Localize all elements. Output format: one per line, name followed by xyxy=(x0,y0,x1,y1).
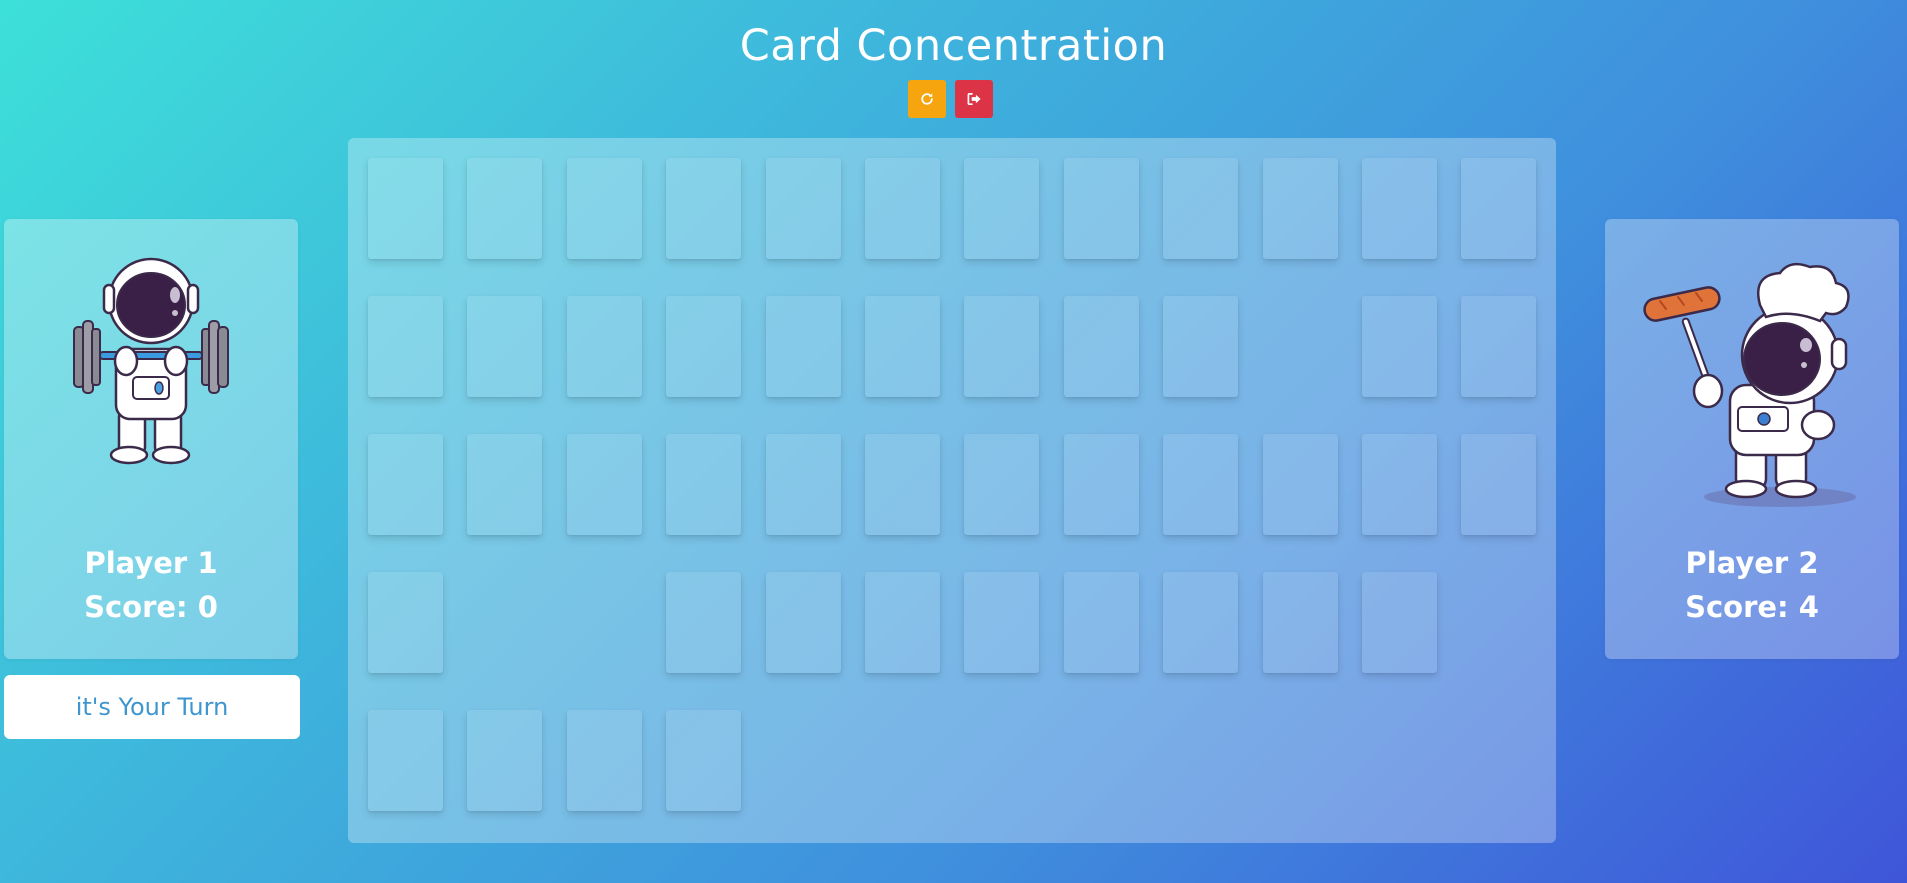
card-face-down[interactable] xyxy=(766,296,841,397)
card-face-down[interactable] xyxy=(567,434,642,535)
card-face-down[interactable] xyxy=(666,296,741,397)
card-face-down[interactable] xyxy=(368,158,443,259)
card-face-down[interactable] xyxy=(766,158,841,259)
card-face-down[interactable] xyxy=(1064,572,1139,673)
card-face-down[interactable] xyxy=(865,572,940,673)
card-face-down[interactable] xyxy=(865,296,940,397)
card-face-down[interactable] xyxy=(766,434,841,535)
page-title: Card Concentration xyxy=(739,21,1168,71)
card-face-down[interactable] xyxy=(1362,434,1437,535)
card-face-down[interactable] xyxy=(1263,158,1338,259)
card-face-down[interactable] xyxy=(368,296,443,397)
card-face-down[interactable] xyxy=(964,572,1039,673)
game-board xyxy=(348,138,1556,843)
card-face-down[interactable] xyxy=(666,710,741,811)
card-face-down[interactable] xyxy=(567,158,642,259)
card-face-down[interactable] xyxy=(1163,572,1238,673)
player-2-name: Player 2 xyxy=(1685,546,1819,580)
card-face-down[interactable] xyxy=(1064,296,1139,397)
turn-indicator: it's Your Turn xyxy=(4,675,300,739)
card-face-down[interactable] xyxy=(567,296,642,397)
game-controls xyxy=(908,80,993,118)
restart-button[interactable] xyxy=(908,80,946,118)
card-face-down[interactable] xyxy=(1163,434,1238,535)
restart-icon xyxy=(921,93,933,105)
card-face-down[interactable] xyxy=(1362,296,1437,397)
card-face-down[interactable] xyxy=(1461,158,1536,259)
card-face-down[interactable] xyxy=(1461,296,1536,397)
card-face-down[interactable] xyxy=(1263,572,1338,673)
card-face-down[interactable] xyxy=(467,158,542,259)
card-face-down[interactable] xyxy=(1064,434,1139,535)
player-2-score: Score: 4 xyxy=(1685,590,1819,624)
exit-button[interactable] xyxy=(955,80,993,118)
astronaut-barbell-avatar xyxy=(4,249,298,469)
player-1-score: Score: 0 xyxy=(84,590,218,624)
card-face-down[interactable] xyxy=(467,296,542,397)
card-face-down[interactable] xyxy=(1362,158,1437,259)
card-face-down[interactable] xyxy=(1064,158,1139,259)
card-face-down[interactable] xyxy=(964,434,1039,535)
player-1-name: Player 1 xyxy=(84,546,218,580)
player-1-panel: Player 1 Score: 0 xyxy=(4,219,298,659)
card-face-down[interactable] xyxy=(1263,434,1338,535)
exit-icon xyxy=(967,93,981,105)
card-face-down[interactable] xyxy=(666,572,741,673)
card-face-down[interactable] xyxy=(964,158,1039,259)
card-face-down[interactable] xyxy=(666,158,741,259)
card-face-down[interactable] xyxy=(467,434,542,535)
card-face-down[interactable] xyxy=(964,296,1039,397)
card-face-down[interactable] xyxy=(865,158,940,259)
card-face-down[interactable] xyxy=(368,710,443,811)
card-face-down[interactable] xyxy=(368,572,443,673)
card-face-down[interactable] xyxy=(467,710,542,811)
card-face-down[interactable] xyxy=(567,710,642,811)
card-face-down[interactable] xyxy=(1163,158,1238,259)
card-face-down[interactable] xyxy=(1461,434,1536,535)
player-2-panel: Player 2 Score: 4 xyxy=(1605,219,1899,659)
card-face-down[interactable] xyxy=(1163,296,1238,397)
card-face-down[interactable] xyxy=(1362,572,1437,673)
card-face-down[interactable] xyxy=(766,572,841,673)
astronaut-chef-avatar xyxy=(1605,257,1899,507)
card-face-down[interactable] xyxy=(865,434,940,535)
card-face-down[interactable] xyxy=(666,434,741,535)
card-face-down[interactable] xyxy=(368,434,443,535)
